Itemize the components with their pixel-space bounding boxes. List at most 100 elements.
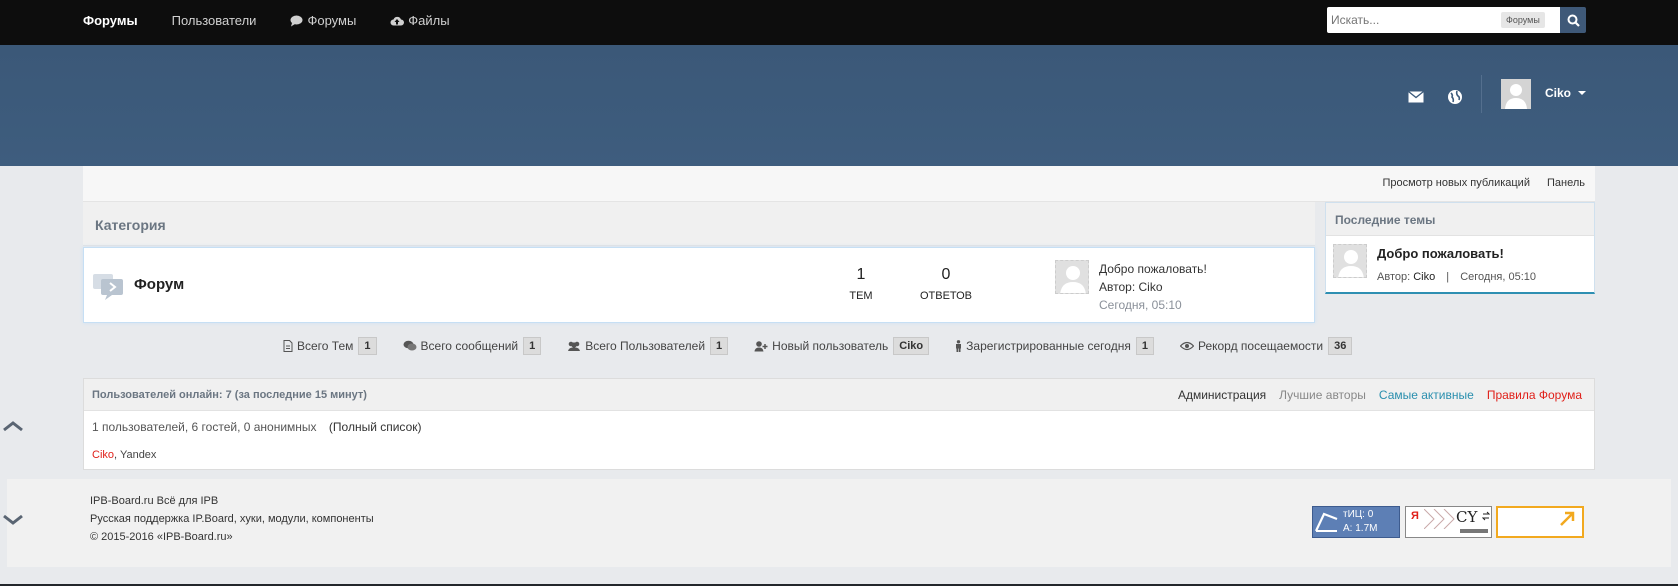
user-name-label: Ciko	[1545, 86, 1572, 100]
cy-pattern-icon	[1424, 509, 1455, 529]
user-menu[interactable]: Ciko	[1545, 86, 1587, 100]
online-user-list: Ciko, Yandex	[92, 449, 156, 461]
category-title[interactable]: Категория	[95, 217, 166, 233]
refresh-icon	[1482, 511, 1490, 521]
nav-label: Файлы	[408, 13, 450, 28]
online-filter-tabs: Администрация Лучшие авторы Самые активн…	[1165, 388, 1582, 402]
full-list-link[interactable]: (Полный список)	[329, 420, 422, 434]
online-user-link[interactable]: Yandex	[120, 449, 157, 461]
default-avatar-icon	[1338, 250, 1364, 277]
nav-users[interactable]: Пользователи	[172, 13, 257, 28]
forum-title-link[interactable]: Форум	[134, 276, 184, 293]
nav-forums-home[interactable]: Форумы	[83, 13, 138, 28]
yandex-tic-counter[interactable]: тИЦ: 0 А: 1.7M	[1312, 506, 1400, 538]
recent-topics-title: Последние темы	[1326, 203, 1594, 236]
messages-button[interactable]	[1404, 85, 1428, 109]
recent-topic-time: Сегодня, 05:10	[1460, 271, 1537, 283]
stat-total-users: Всего Пользователей 1	[567, 337, 729, 355]
last-post-title[interactable]: Добро пожаловать!	[1099, 260, 1207, 278]
main-nav: Форумы Пользователи Форумы Файлы	[83, 0, 484, 41]
cloud-upload-icon	[390, 16, 405, 25]
last-post-author[interactable]: Автор: Ciko	[1099, 278, 1207, 296]
scroll-up-icon[interactable]	[2, 418, 24, 434]
cy-label: CY	[1456, 508, 1478, 526]
scroll-down-icon[interactable]	[2, 512, 24, 528]
forum-chat-icon	[93, 274, 123, 300]
tic-value: тИЦ: 0	[1343, 509, 1374, 520]
nav-label: Пользователи	[171, 13, 257, 28]
header-divider	[1481, 75, 1482, 113]
user-avatar[interactable]	[1501, 79, 1531, 109]
meta-separator: |	[1446, 271, 1450, 283]
nav-label: Форумы	[83, 13, 138, 28]
last-post-avatar[interactable]	[1055, 260, 1089, 294]
default-avatar-icon	[1505, 84, 1527, 109]
newest-user-link[interactable]: Ciko	[893, 337, 930, 355]
user-plus-icon	[754, 341, 768, 352]
panel-link[interactable]: Панель	[1547, 177, 1585, 189]
search-button[interactable]	[1560, 7, 1586, 33]
envelope-icon	[1408, 91, 1424, 103]
stat-value: 36	[1328, 337, 1353, 355]
footer-text: IPB-Board.ru Всё для IPB Русская поддерж…	[90, 492, 374, 546]
author-label: Автор:	[1377, 271, 1411, 283]
globe-icon	[1448, 90, 1462, 104]
online-counts-text: 1 пользователей, 6 гостей, 0 анонимных	[92, 420, 317, 434]
tab-administration[interactable]: Администрация	[1178, 388, 1266, 402]
search-box: Форумы	[1327, 7, 1586, 33]
yandex-cy-counter[interactable]: Я CY	[1405, 506, 1492, 538]
tab-forum-rules[interactable]: Правила Форума	[1487, 388, 1582, 402]
chevron-down-icon	[1578, 91, 1587, 95]
footer-line: IPB-Board.ru Всё для IPB	[90, 495, 219, 507]
topics-count: 1	[856, 266, 866, 283]
replies-label: ОТВЕТОВ	[919, 290, 973, 302]
user-separator: ,	[114, 449, 118, 461]
online-user-link[interactable]: Ciko	[92, 449, 114, 461]
stat-value: 1	[710, 337, 729, 355]
stat-label: Зарегистрированные сегодня	[966, 339, 1131, 353]
stat-total-posts: Всего сообщений 1	[403, 337, 542, 355]
external-counter[interactable]	[1496, 506, 1584, 538]
stat-label: Рекорд посещаемости	[1197, 339, 1324, 353]
comment-icon	[290, 15, 303, 26]
topics-label: ТЕМ	[849, 290, 873, 302]
search-input[interactable]	[1331, 13, 1501, 27]
new-posts-link[interactable]: Просмотр новых публикаций	[1382, 177, 1530, 189]
search-scope-selector[interactable]: Форумы	[1501, 12, 1545, 28]
counter-logo-icon	[1315, 512, 1338, 532]
recent-topic-meta: Автор: Ciko | Сегодня, 05:10	[1377, 271, 1536, 283]
online-users-box: Пользователей онлайн: 7 (за последние 15…	[83, 378, 1595, 470]
stat-newest-user: Новый пользователь Ciko	[754, 337, 930, 355]
replies-stat: 0 ОТВЕТОВ	[911, 266, 981, 302]
arrow-up-right-icon	[1560, 511, 1575, 526]
nav-label: Форумы	[307, 13, 357, 28]
stat-label: Новый пользователь	[772, 339, 889, 353]
nav-files[interactable]: Файлы	[390, 13, 450, 28]
replies-count: 0	[941, 266, 951, 283]
footer-line: Русская поддержка IP.Board, хуки, модули…	[90, 513, 374, 525]
stat-label: Всего Тем	[297, 339, 354, 353]
recent-topic-link[interactable]: Добро пожаловать!	[1377, 246, 1504, 261]
online-title: Пользователей онлайн: 7 (за последние 15…	[92, 389, 367, 401]
tab-top-authors[interactable]: Лучшие авторы	[1279, 388, 1366, 402]
search-icon	[1567, 14, 1580, 27]
footer-copyright: © 2015-2016 «IPB-Board.ru»	[90, 531, 233, 543]
nav-forums[interactable]: Форумы	[290, 13, 356, 28]
online-header: Пользователей онлайн: 7 (за последние 15…	[84, 379, 1594, 411]
notifications-button[interactable]	[1443, 85, 1467, 109]
tab-most-active[interactable]: Самые активные	[1379, 388, 1474, 402]
stat-total-topics: Всего Тем 1	[283, 337, 377, 355]
forum-stats: Всего Тем 1 Всего сообщений 1 Всего Поль…	[283, 337, 1378, 355]
search-field: Форумы	[1327, 7, 1560, 33]
online-counts: 1 пользователей, 6 гостей, 0 анонимных (…	[92, 420, 421, 434]
recent-topic-avatar[interactable]	[1333, 244, 1367, 278]
users-icon	[568, 341, 581, 351]
stat-label: Всего сообщений	[420, 339, 519, 353]
top-navbar: Форумы Пользователи Форумы Файлы Форумы	[0, 0, 1678, 45]
recent-topic-author[interactable]: Ciko	[1413, 271, 1435, 283]
quick-links: Просмотр новых публикаций Панель	[1365, 177, 1585, 189]
stat-attendance-record: Рекорд посещаемости 36	[1179, 337, 1353, 355]
forum-row: Форум 1 ТЕМ 0 ОТВЕТОВ Добро пожаловать! …	[83, 247, 1315, 323]
a-value: А: 1.7M	[1343, 523, 1378, 534]
site-header: Ciko	[0, 45, 1678, 166]
